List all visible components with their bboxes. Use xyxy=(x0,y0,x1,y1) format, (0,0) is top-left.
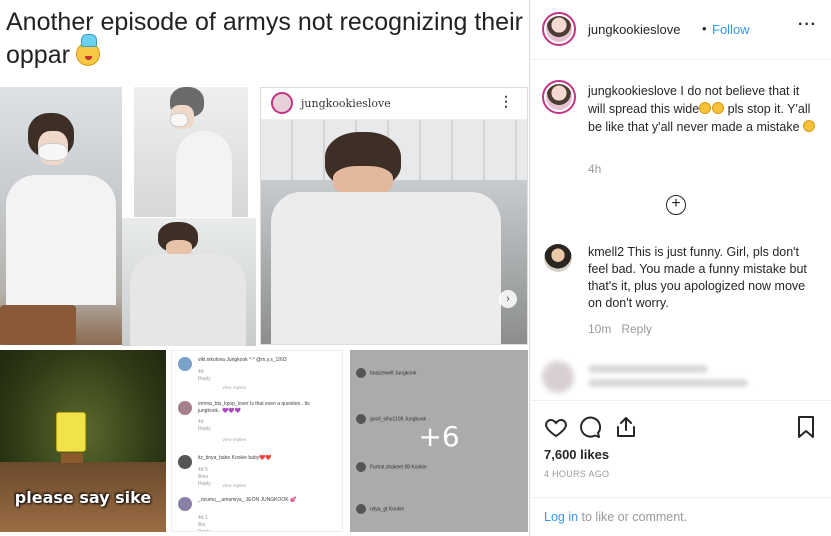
post-timestamp: 4 HOURS AGO xyxy=(544,469,610,479)
follow-button[interactable]: Follow xyxy=(712,22,750,37)
post-header: jungkookieslove • Follow ··· xyxy=(530,0,831,60)
embedded-more-icon: ⋮ xyxy=(499,93,513,109)
commenter-avatar[interactable] xyxy=(544,244,572,272)
likes-count[interactable]: 7,600 likes xyxy=(544,447,609,462)
headline-line-1: Another episode of armys not recognizing… xyxy=(6,8,523,36)
separator-dot: • xyxy=(702,21,707,36)
post-image: Another episode of armys not recognizing… xyxy=(0,0,530,536)
caption-text: jungkookieslove I do not believe that it… xyxy=(588,82,820,136)
meme-caption: please say sike xyxy=(14,488,152,507)
photo-man-mask-side xyxy=(134,87,248,217)
embedded-instagram-post: jungkookieslove ⋮ › xyxy=(260,87,528,345)
more-count: +6 xyxy=(418,420,460,453)
avatar xyxy=(178,357,192,371)
commenter-username[interactable]: kmell2 xyxy=(588,245,624,259)
meme-spongebob: please say sike xyxy=(0,350,166,532)
avatar xyxy=(178,455,192,469)
grey-comment: boaizewelt Jungkook xyxy=(356,368,416,378)
reply-button[interactable]: Reply xyxy=(621,322,652,336)
embedded-post-header: jungkookieslove ⋮ xyxy=(261,88,527,120)
share-icon[interactable] xyxy=(614,415,638,439)
bookmark-icon[interactable] xyxy=(794,415,818,439)
login-link[interactable]: Log in xyxy=(544,510,578,524)
more-photos-tile[interactable]: boaizewelt Jungkook gooli_sihu1108 Jungk… xyxy=(350,350,528,532)
carousel-next-icon: › xyxy=(499,290,517,308)
headline-line-2: oppar xyxy=(6,41,70,69)
more-options-icon[interactable]: ··· xyxy=(798,16,817,34)
heart-icon[interactable] xyxy=(544,415,568,439)
load-more-comments-icon[interactable]: + xyxy=(666,195,686,215)
caption-time[interactable]: 4h xyxy=(588,162,601,176)
comment-meta: 10m Reply xyxy=(588,322,652,336)
photo-man-mask-front xyxy=(0,87,122,345)
login-prompt: Log in to like or comment. xyxy=(530,497,831,536)
comment-time[interactable]: 10m xyxy=(588,322,611,336)
avatar xyxy=(178,401,192,415)
avatar xyxy=(178,497,192,511)
photo-man-back-small xyxy=(122,218,256,346)
grey-comment: Farhat.shakeel.98 Kookie xyxy=(356,462,427,472)
post-sidebar: jungkookieslove • Follow ··· jungkookies… xyxy=(530,0,831,536)
grey-comment: nitya_gt Kookie xyxy=(356,504,404,514)
post-image-headline: Another episode of armys not recognizing… xyxy=(6,6,526,72)
clown-emoji-icon xyxy=(75,34,100,66)
caption-username[interactable]: jungkookieslove xyxy=(588,84,677,98)
embedded-avatar xyxy=(271,92,293,114)
comments-screenshot: viki.nikolova Jungkook *-* @m.y.s_1993 4… xyxy=(171,350,343,532)
disappointed-emoji-icon xyxy=(712,102,725,114)
caption-avatar[interactable] xyxy=(542,80,576,114)
spongebob-figure xyxy=(56,412,86,463)
blurred-comment xyxy=(542,355,822,395)
embedded-photo-man-back: › xyxy=(261,120,527,344)
embedded-username: jungkookieslove xyxy=(301,97,391,110)
smirk-emoji-icon xyxy=(803,120,816,132)
post-actions: 7,600 likes 4 HOURS AGO Log in to like o… xyxy=(530,400,831,536)
comment-icon[interactable] xyxy=(578,415,602,439)
comment-text: kmell2 This is just funny. Girl, pls don… xyxy=(588,245,807,310)
smirk-emoji-icon xyxy=(699,102,712,114)
author-avatar[interactable] xyxy=(542,12,576,46)
author-username[interactable]: jungkookieslove xyxy=(588,22,681,37)
